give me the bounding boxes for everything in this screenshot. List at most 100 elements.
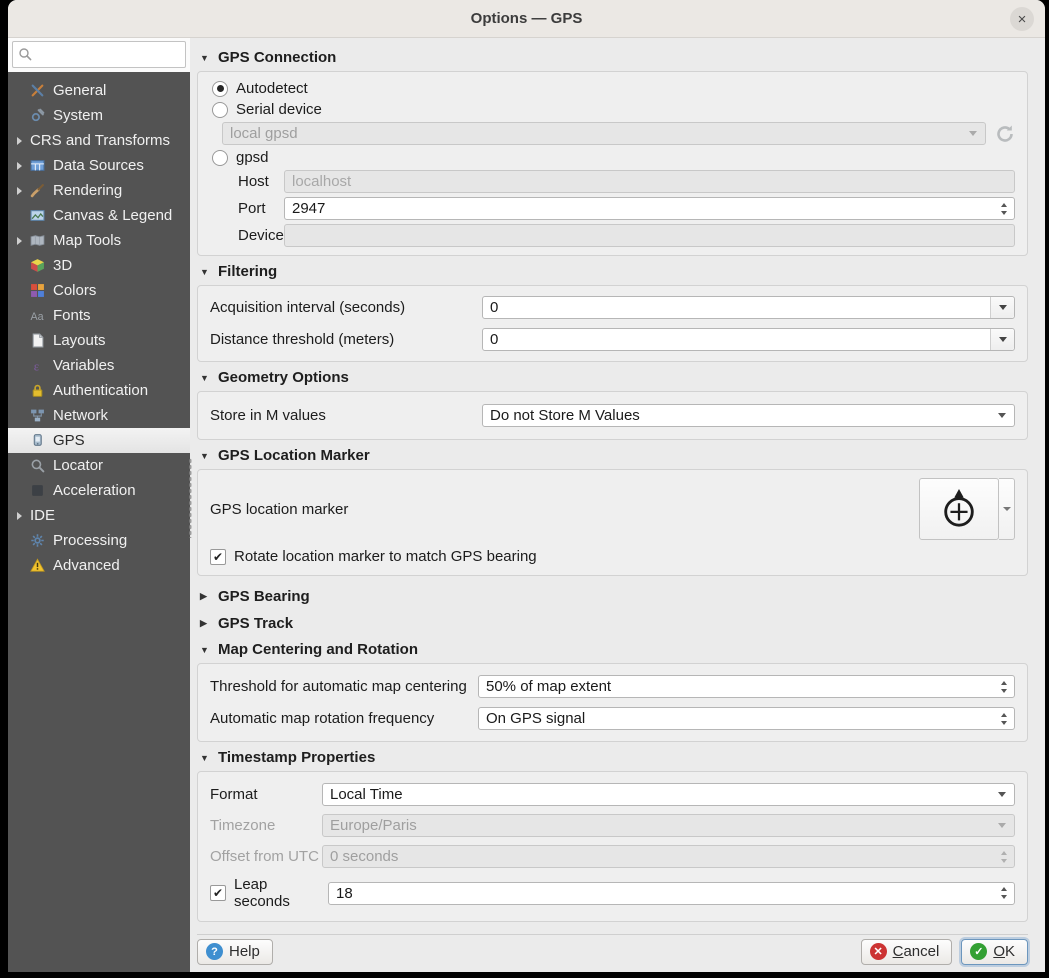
sidebar-item-gps[interactable]: GPS: [8, 428, 190, 453]
device-label: Device: [238, 227, 284, 244]
offset-utc-label: Offset from UTC: [210, 848, 322, 865]
section-header-gps-track[interactable]: ▶ GPS Track: [200, 615, 1028, 632]
settings-panel: ▼ GPS Connection Autodetect Serial devic…: [190, 38, 1045, 972]
sidebar-item-colors[interactable]: Colors: [8, 278, 190, 303]
sidebar-item-label: Locator: [53, 457, 103, 474]
location-marker-icon: [940, 486, 978, 532]
sidebar-item-crs-and-transforms[interactable]: CRS and Transforms: [8, 128, 190, 153]
sidebar-item-map-tools[interactable]: Map Tools: [8, 228, 190, 253]
distance-threshold-value: 0: [483, 331, 498, 348]
expand-arrow-icon[interactable]: [14, 137, 30, 145]
sidebar-item-system[interactable]: System: [8, 103, 190, 128]
sidebar-item-3d[interactable]: 3D: [8, 253, 190, 278]
leap-seconds-spinbox[interactable]: 18: [328, 882, 1015, 905]
host-input: [284, 170, 1015, 193]
search-input[interactable]: [12, 41, 186, 68]
sidebar-item-data-sources[interactable]: Data Sources: [8, 153, 190, 178]
expand-arrow-icon[interactable]: [14, 512, 30, 520]
autodetect-radio[interactable]: [212, 81, 228, 97]
spin-down-button[interactable]: [1001, 689, 1007, 693]
rotation-frequency-spinbox[interactable]: On GPS signal: [478, 707, 1015, 730]
distance-threshold-label: Distance threshold (meters): [210, 331, 482, 348]
format-combo[interactable]: Local Time: [322, 783, 1015, 806]
centering-threshold-spinbox[interactable]: 50% of map extent: [478, 675, 1015, 698]
section-title: GPS Track: [218, 615, 293, 632]
sidebar-item-label: Processing: [53, 532, 127, 549]
leap-seconds-value: 18: [329, 885, 353, 902]
serial-device-label: Serial device: [236, 101, 322, 118]
section-header-gps-connection[interactable]: ▼ GPS Connection: [200, 49, 1028, 66]
spin-up-button[interactable]: [1001, 713, 1007, 717]
format-label: Format: [210, 786, 322, 803]
sidebar-item-layouts[interactable]: Layouts: [8, 328, 190, 353]
combo-dropdown-button[interactable]: [990, 297, 1014, 318]
processing-icon: [30, 533, 46, 548]
store-m-values-label: Store in M values: [210, 407, 482, 424]
spin-up-button[interactable]: [1001, 887, 1007, 891]
colors-icon: [30, 283, 46, 298]
marker-dropdown-button[interactable]: [999, 478, 1015, 540]
sidebar-item-label: Advanced: [53, 557, 120, 574]
gpsd-radio[interactable]: [212, 150, 228, 166]
help-button[interactable]: ? Help: [197, 939, 273, 965]
sidebar-item-advanced[interactable]: Advanced: [8, 553, 190, 578]
sidebar-item-locator[interactable]: Locator: [8, 453, 190, 478]
spin-up-button[interactable]: [1001, 203, 1007, 207]
authentication-icon: [30, 383, 46, 398]
expand-arrow-icon[interactable]: [14, 162, 30, 170]
acceleration-icon: [30, 483, 46, 498]
sidebar-item-authentication[interactable]: Authentication: [8, 378, 190, 403]
sidebar-item-rendering[interactable]: Rendering: [8, 178, 190, 203]
offset-utc-value: 0 seconds: [323, 848, 398, 865]
spin-up-button[interactable]: [1001, 681, 1007, 685]
section-header-gps-bearing[interactable]: ▶ GPS Bearing: [200, 588, 1028, 605]
sidebar-item-ide[interactable]: IDE: [8, 503, 190, 528]
section-header-gps-location-marker[interactable]: ▼ GPS Location Marker: [200, 447, 1028, 464]
distance-threshold-combo[interactable]: 0: [482, 328, 1015, 351]
cancel-button[interactable]: ✕ Cancel: [861, 939, 953, 965]
expand-arrow-icon[interactable]: [14, 187, 30, 195]
section-header-timestamp[interactable]: ▼ Timestamp Properties: [200, 749, 1028, 766]
sidebar: GeneralSystemCRS and TransformsData Sour…: [8, 38, 190, 972]
close-button[interactable]: ×: [1010, 7, 1034, 31]
rotate-marker-checkbox[interactable]: ✔: [210, 549, 226, 565]
spin-down-button[interactable]: [1001, 895, 1007, 899]
section-header-geometry-options[interactable]: ▼ Geometry Options: [200, 369, 1028, 386]
sidebar-item-general[interactable]: General: [8, 78, 190, 103]
ok-button[interactable]: ✓ OK: [961, 939, 1028, 965]
general-icon: [30, 83, 46, 98]
filtering-group: Acquisition interval (seconds) 0 Distanc…: [197, 285, 1028, 362]
store-m-values-combo[interactable]: Do not Store M Values: [482, 404, 1015, 427]
acquisition-interval-combo[interactable]: 0: [482, 296, 1015, 319]
spin-down-button[interactable]: [1001, 211, 1007, 215]
host-label: Host: [238, 173, 284, 190]
section-header-map-centering[interactable]: ▼ Map Centering and Rotation: [200, 641, 1028, 658]
marker-symbol-button[interactable]: [919, 478, 999, 540]
port-spinbox[interactable]: [284, 197, 1015, 220]
options-dialog: Options — GPS × GeneralSystemCRS and Tra…: [8, 0, 1045, 972]
leap-seconds-checkbox[interactable]: ✔: [210, 885, 226, 901]
section-header-filtering[interactable]: ▼ Filtering: [200, 263, 1028, 280]
sidebar-item-fonts[interactable]: AaFonts: [8, 303, 190, 328]
sidebar-search-strip: [8, 38, 190, 72]
gps-icon: [30, 433, 46, 448]
spin-down-button[interactable]: [1001, 721, 1007, 725]
splitter-handle[interactable]: [189, 458, 192, 538]
chevron-down-icon: [998, 413, 1006, 418]
port-label: Port: [238, 200, 284, 217]
titlebar[interactable]: Options — GPS ×: [8, 0, 1045, 38]
serial-device-radio[interactable]: [212, 102, 228, 118]
collapse-arrow-icon: ▼: [200, 753, 210, 763]
threed-icon: [30, 258, 46, 273]
sidebar-item-acceleration[interactable]: Acceleration: [8, 478, 190, 503]
sidebar-item-network[interactable]: Network: [8, 403, 190, 428]
help-icon: ?: [206, 943, 223, 960]
sidebar-item-canvas-legend[interactable]: Canvas & Legend: [8, 203, 190, 228]
combo-dropdown-button[interactable]: [990, 329, 1014, 350]
expand-arrow-icon[interactable]: [14, 237, 30, 245]
sidebar-item-label: Colors: [53, 282, 96, 299]
sidebar-item-variables[interactable]: εVariables: [8, 353, 190, 378]
gps-connection-group: Autodetect Serial device local gpsd: [197, 71, 1028, 256]
sidebar-item-processing[interactable]: Processing: [8, 528, 190, 553]
centering-threshold-value: 50% of map extent: [479, 678, 611, 695]
